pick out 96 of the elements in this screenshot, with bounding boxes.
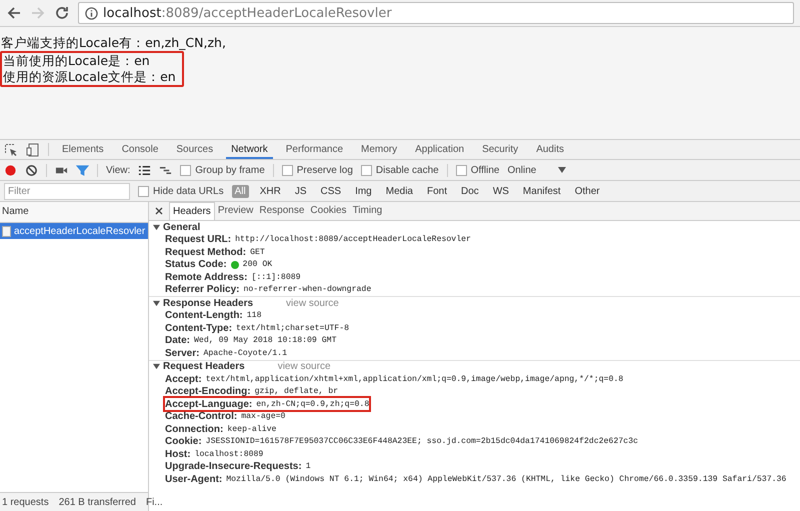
document-icon [2,226,11,236]
type-filter[interactable]: Img [352,184,375,198]
filter-input[interactable]: Filter [4,182,130,200]
header-name: Host: [165,448,191,460]
header-name: Accept-Language: [165,398,252,410]
type-filter[interactable]: CSS [318,184,344,198]
type-filter[interactable]: Manifest [520,184,564,198]
expand-icon[interactable] [153,300,160,307]
header-name: Cache-Control: [165,411,238,422]
type-filter[interactable]: JS [292,184,310,198]
devtools-tab[interactable]: Application [410,140,470,159]
record-icon[interactable] [4,164,17,176]
filter-icon[interactable] [76,164,89,176]
type-filter[interactable]: Media [382,184,416,198]
header-name: Request URL: [165,234,232,246]
request-item[interactable]: acceptHeaderLocaleResovler [0,223,148,239]
header-name: Content-Length: [165,310,243,322]
clear-icon[interactable] [25,164,38,176]
detail-tab[interactable]: Cookies [307,202,350,220]
devtools-tab[interactable]: Elements [57,140,109,159]
checkbox[interactable]: Disable cache [360,164,439,176]
header-value: en,zh-CN;q=0.9,zh;q=0.8 [256,400,370,409]
detail-tab[interactable]: Response [256,202,308,220]
header-value: Apache-Coyote/1.1 [203,348,287,358]
header-name: Cookie: [165,436,202,448]
inspect-icon[interactable] [4,142,18,156]
detail-tab[interactable]: Headers [169,202,215,220]
header-name: Content-Type: [165,322,232,334]
header-value: 118 [246,311,262,320]
page-text: 客户端支持的Locale有：en,zh_CN,zh, [0,35,227,51]
header-name: Remote Address: [165,272,248,283]
checkbox[interactable]: Hide data URLs [138,186,224,196]
header-value: gzip, deflate, br [254,387,338,396]
expand-icon[interactable] [153,363,160,370]
list-view-icon[interactable] [138,164,152,176]
checkbox[interactable]: Group by frame [180,164,265,176]
devtools-tab[interactable]: Security [477,140,524,159]
header-name: Referrer Policy: [165,284,240,296]
header-value: localhost:8089 [194,450,264,459]
header-value: Wed, 09 May 2018 10:18:09 GMT [194,336,337,346]
devtools-tab[interactable]: Memory [356,140,402,159]
type-filter[interactable]: Other [572,184,603,198]
header-name: Accept: [165,374,202,385]
expand-icon[interactable] [153,224,160,231]
header-value: JSESSIONID=161578F7E95037CC06C33E6F448A23EE; sso.jd.com=2b15dc04da1741069824f2dc2e627c3c [206,437,638,446]
section-title[interactable]: General [163,222,200,233]
column-header: Name [0,202,148,223]
page-text: 使用的资源Locale文件是：en [2,69,176,85]
dropdown-arrow-icon[interactable] [558,166,566,174]
detail-tab[interactable]: Timing [350,202,386,220]
close-icon[interactable] [155,207,163,215]
devtools-tab[interactable]: Audits [531,140,569,159]
type-filter[interactable]: Doc [458,184,482,198]
header-value: text/html,application/xhtml+xml,application/xml;q=0.9,image/webp,image/apng,*/*;q=0.8 [206,374,624,384]
header-value: http://localhost:8089/acceptHeaderLocaleResovler [235,235,471,244]
status-text: Fi... [146,496,163,508]
checkbox[interactable]: Preserve log [282,164,353,176]
header-name: Request Method: [165,246,246,258]
status-text: 261 B transferred [58,496,136,508]
header-value: text/html;charset=UTF-8 [236,324,350,333]
header-name: Connection: [165,424,224,435]
view-label: View: [106,164,130,176]
view-source-link[interactable]: view source [286,298,339,309]
back-icon[interactable] [6,5,22,21]
detail-tab[interactable]: Preview [214,202,256,220]
header-value: [::1]:8089 [251,272,301,282]
header-name: Upgrade-Insecure-Requests: [165,461,302,472]
header-name: Accept-Encoding: [165,386,251,398]
header-value: max-age=0 [241,412,286,422]
devtools-tab[interactable]: Sources [171,140,218,159]
header-name: Server: [165,348,200,359]
header-value: no-referrer-when-downgrade [243,285,372,294]
header-name: Date: [165,335,190,346]
throttling-select[interactable]: Online [507,164,536,176]
header-name: Status Code: [165,259,227,270]
section-title[interactable]: Response Headers [163,298,254,309]
type-filter[interactable]: WS [490,184,512,198]
header-value: GET [250,248,265,257]
header-value: keep-alive [227,424,276,434]
info-icon[interactable] [85,6,98,20]
view-source-link[interactable]: view source [278,361,331,372]
section-title[interactable]: Request Headers [163,361,245,372]
checkbox[interactable]: Offline [456,164,500,176]
devtools-tab[interactable]: Performance [280,140,348,159]
header-value: 200 OK [242,260,272,270]
header-name: User-Agent: [165,474,222,485]
type-filter[interactable]: Font [424,184,450,198]
reload-icon[interactable] [54,5,70,21]
address-bar[interactable]: localhost:8089/acceptHeaderLocaleResovler [78,2,794,24]
header-value: 1 [306,462,311,472]
status-text: 1 requests [2,496,49,508]
header-value: Mozilla/5.0 (Windows NT 6.1; Win64; x64) AppleWebKit/537.36 (KHTML, like Gecko) Chrome/66.0.3359.139 Safari/537.36 [226,474,786,484]
type-filter[interactable]: XHR [256,184,284,198]
page-text: 当前使用的Locale是：en [2,53,151,69]
device-icon[interactable] [26,142,40,156]
devtools-tab[interactable]: Console [116,140,164,159]
